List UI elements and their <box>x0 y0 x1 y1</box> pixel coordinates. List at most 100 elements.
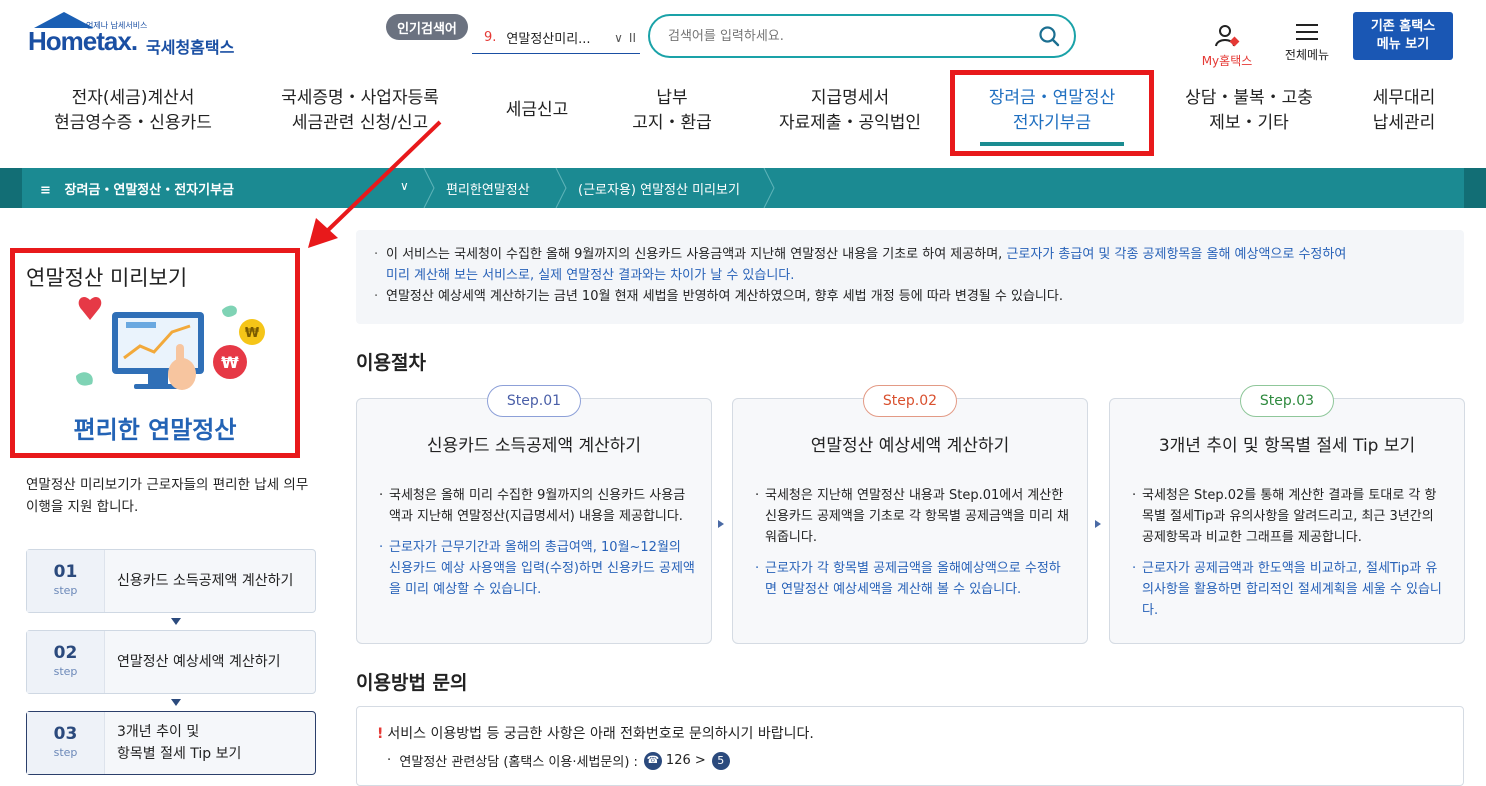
nav-label: 현금영수증・신용카드 <box>54 113 212 133</box>
main-nav: 전자(세금)계산서 현금영수증・신용카드 국세증명・사업자등록 세금관련 신청/신고… <box>0 80 1486 160</box>
step-text-line: 3개년 추이 및 <box>117 724 200 740</box>
nav-label: 세금신고 <box>505 100 569 120</box>
step-number-box: 01 step <box>27 550 105 612</box>
breadcrumb-item-preview[interactable]: (근로자용) 연말정산 미리보기 <box>578 179 740 198</box>
sidebar-step-card-1[interactable]: 01 step 신용카드 소득공제액 계산하기 <box>26 549 316 613</box>
step-box-title: 신용카드 소득공제액 계산하기 <box>426 436 642 456</box>
step-box-3: Step.03 3개년 추이 및 항목별 절세 Tip 보기 국세청은 Step… <box>1109 385 1465 644</box>
nav-item-payment[interactable]: 납부 고지・환급 <box>626 86 718 136</box>
breadcrumb-left-edge <box>0 168 22 208</box>
nav-item-agent[interactable]: 세무대리 납세관리 <box>1364 86 1444 136</box>
step-text: 신용카드 소득공제액 계산하기 <box>117 550 293 612</box>
step-text: 3개년 추이 및항목별 절세 Tip 보기 <box>117 712 241 774</box>
nav-label: 국세증명・사업자등록 <box>281 88 439 108</box>
user-icon <box>1215 25 1240 47</box>
logo-text: Hometax. <box>28 26 138 56</box>
step-box-body: 국세청은 올해 미리 수집한 9월까지의 신용카드 사용금액과 지난해 연말정산… <box>379 485 695 610</box>
inquiry-text: 서비스 이용방법 등 궁금한 사항은 아래 전화번호로 문의하시기 바랍니다. <box>387 726 814 742</box>
arrow-right-icon <box>1095 520 1101 528</box>
step-text: 연말정산 예상세액 계산하기 <box>117 631 280 693</box>
sidebar-step-card-3[interactable]: 03 step 3개년 추이 및항목별 절세 Tip 보기 <box>26 711 316 775</box>
search-bar <box>648 14 1076 58</box>
search-icon[interactable] <box>1038 25 1060 47</box>
nav-label: 상담・불복・고충 <box>1185 88 1313 108</box>
warning-icon: ! <box>377 726 384 742</box>
nav-highlight-box <box>950 70 1154 156</box>
notice-text: 연말정산 예상세액 계산하기는 금년 10월 현재 세법을 반영하여 계산하였으… <box>386 289 1063 304</box>
pause-icon[interactable]: II <box>629 31 636 45</box>
notice-row-2: 연말정산 예상세액 계산하기는 금년 10월 현재 세법을 반영하여 계산하였으… <box>374 286 1446 307</box>
step-box-paragraph-blue: 근로자가 근무기간과 올해의 총급여액, 10월~12월의 신용카드 예상 사용… <box>379 537 695 600</box>
notice-row-1: 이 서비스는 국세청이 수집한 올해 9월까지의 신용카드 사용금액과 지난해 … <box>374 244 1446 286</box>
svg-text:₩: ₩ <box>245 326 260 341</box>
breadcrumb: ≡ 장려금・연말정산・전자기부금 ∨ 편리한연말정산 (근로자용) 연말정산 미… <box>0 168 1486 208</box>
triangle-down-icon <box>171 618 181 625</box>
sidebar-description: 연말정산 미리보기가 근로자들의 편리한 납세 의무 이행을 지원 합니다. <box>26 477 309 515</box>
nav-item-consult[interactable]: 상담・불복・고충제보・기타 <box>1176 86 1322 136</box>
popular-search-term: 연말정산미리... <box>506 32 591 47</box>
chevron-down-icon[interactable]: ∨ <box>614 31 623 45</box>
step-pill: Step.02 <box>863 385 957 417</box>
nav-item-e-invoice[interactable]: 전자(세금)계산서현금영수증・신용카드 <box>50 86 216 136</box>
step-label: step <box>53 584 78 597</box>
arrow-right-icon <box>718 520 724 528</box>
step-text-line: 항목별 절세 Tip 보기 <box>117 746 242 762</box>
popular-search-badge: 인기검색어 <box>386 14 468 40</box>
search-input[interactable] <box>668 28 1038 44</box>
step-label: step <box>53 665 78 678</box>
step-pill: Step.03 <box>1240 385 1334 417</box>
step-box-paragraph-blue: 근로자가 각 항목별 공제금액을 올해예상액으로 수정하면 연말정산 예상세액을… <box>755 558 1071 600</box>
step-pill: Step.01 <box>487 385 581 417</box>
breadcrumb-right-edge <box>1464 168 1486 208</box>
chevron-right-icon <box>555 168 567 208</box>
step-box-2: Step.02 연말정산 예상세액 계산하기 국세청은 지난해 연말정산 내용과… <box>732 385 1088 644</box>
nav-label: 제보・기타 <box>1209 113 1289 133</box>
step-number: 03 <box>53 724 78 744</box>
all-menu-button[interactable]: 전체메뉴 <box>1278 24 1336 63</box>
procedure-title: 이용절차 <box>356 352 426 374</box>
nav-item-tax-report[interactable]: 세금신고 <box>490 98 584 123</box>
step-number: 02 <box>53 643 78 663</box>
nav-label: 지급명세서 <box>810 88 890 108</box>
nav-item-statement[interactable]: 지급명세서자료제출・공익법인 <box>772 86 928 136</box>
inquiry-title: 이용방법 문의 <box>356 672 468 694</box>
step-text-line: 연말정산 예상세액 계산하기 <box>117 654 281 670</box>
old-home-line1: 기존 홈택스 <box>1370 19 1436 34</box>
inquiry-sub: · 연말정산 관련상담 (홈택스 이용·세법문의) : ☎ 126 >5 <box>377 751 1443 770</box>
nav-label: 납부 <box>656 88 688 108</box>
notice-text-blue: 근로자가 총급여 및 각종 공제항목을 올해 예상액으로 수정하여 <box>1006 247 1347 262</box>
inquiry-box: ! 서비스 이용방법 등 궁금한 사항은 아래 전화번호로 문의하시기 바랍니다.… <box>356 706 1464 786</box>
nav-label: 자료제출・공익법인 <box>778 113 922 133</box>
sidebar-step-card-2[interactable]: 02 step 연말정산 예상세액 계산하기 <box>26 630 316 694</box>
hometax-logo[interactable]: 언제나 납세서비스 Hometax. 국세청홈택스 <box>28 12 248 60</box>
option-number-badge: 5 <box>711 751 730 770</box>
step-box-paragraph: 국세청은 지난해 연말정산 내용과 Step.01에서 계산한 신용카드 공제액… <box>755 485 1071 548</box>
monitor-chart-illustration: ₩ ₩ <box>76 297 265 390</box>
nav-label: 납세관리 <box>1372 113 1436 133</box>
nav-label: 전자(세금)계산서 <box>71 88 195 108</box>
breadcrumb-item-easy-settlement[interactable]: 편리한연말정산 <box>446 179 530 198</box>
step-box-paragraph: 국세청은 Step.02를 통해 계산한 결과를 토대로 각 항목별 절세Tip… <box>1132 485 1448 548</box>
step-box-body: 국세청은 Step.02를 통해 계산한 결과를 토대로 각 항목별 절세Tip… <box>1132 485 1448 631</box>
logo-kr-text: 국세청홈택스 <box>146 38 235 57</box>
step-number-box: 02 step <box>27 631 105 693</box>
phone-icon: ☎ <box>643 751 662 770</box>
phone-number[interactable]: 126 <box>666 753 691 768</box>
header: 언제나 납세서비스 Hometax. 국세청홈택스 인기검색어 9. 연말정산미… <box>0 0 1486 70</box>
step-number-box: 03 step <box>27 712 105 774</box>
service-notice: 이 서비스는 국세청이 수집한 올해 9월까지의 신용카드 사용금액과 지난해 … <box>356 230 1464 324</box>
step-box-title: 3개년 추이 및 항목별 절세 Tip 보기 <box>1158 436 1416 456</box>
my-hometax-button[interactable]: My홈택스 <box>1194 24 1260 69</box>
breadcrumb-menu[interactable]: ≡ 장려금・연말정산・전자기부금 <box>40 179 234 198</box>
step-label: step <box>53 746 78 759</box>
notice-text-blue: 미리 계산해 보는 서비스로, 실제 연말정산 결과와는 차이가 날 수 있습니… <box>386 268 795 283</box>
my-hometax-label: My홈택스 <box>1201 54 1253 68</box>
old-home-line2: 메뉴 보기 <box>1376 37 1430 52</box>
triangle-down-icon <box>171 699 181 706</box>
step-text-line: 신용카드 소득공제액 계산하기 <box>117 573 294 589</box>
popular-search-select[interactable]: 9. 연말정산미리... ∨ II <box>472 22 640 54</box>
breadcrumb-menu-label: 장려금・연말정산・전자기부금 <box>64 183 235 198</box>
old-hometax-button[interactable]: 기존 홈택스메뉴 보기 <box>1353 12 1453 60</box>
sidebar-title: 연말정산 미리보기 <box>26 266 188 290</box>
svg-text:₩: ₩ <box>221 353 239 372</box>
